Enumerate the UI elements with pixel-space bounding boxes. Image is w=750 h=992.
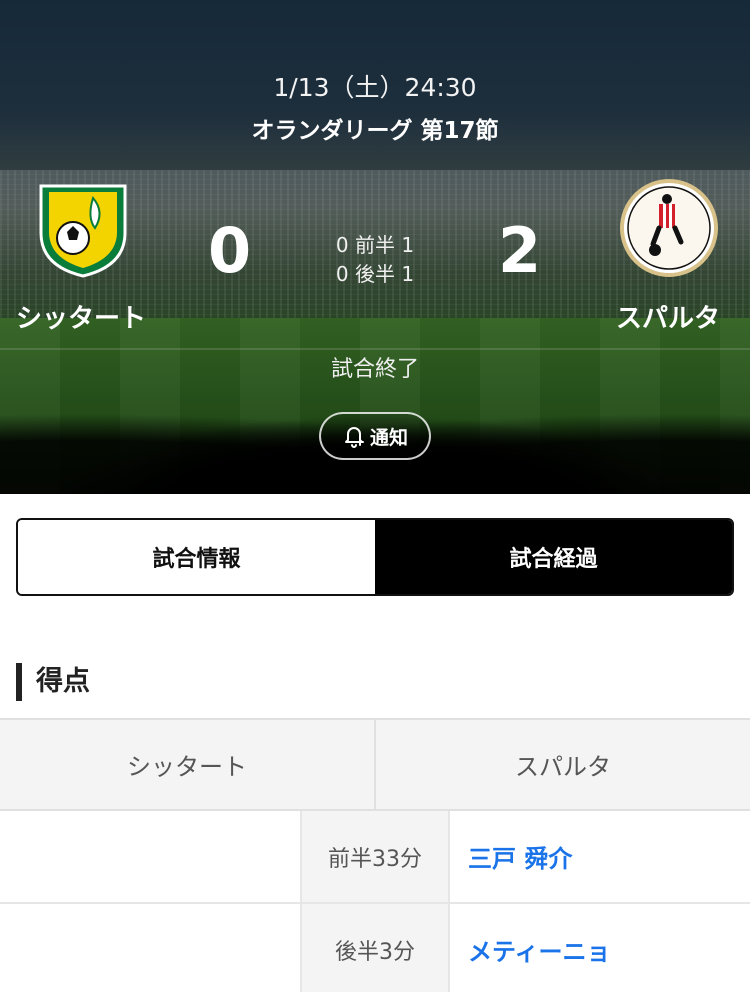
match-tabs: 試合情報 試合経過 [16,518,734,596]
goal-home-scorer [0,904,300,992]
notify-label: 通知 [369,426,408,449]
goal-away-scorer-link[interactable]: メティーニョ [450,904,750,992]
goal-time: 前半33分 [300,811,450,902]
goals-section-title: 得点 [16,663,90,701]
header-away-team: スパルタ [374,720,750,809]
bell-plus-icon [344,427,364,448]
table-row: 後半3分 メティーニョ [0,904,750,992]
first-half-score: 0 前半 1 [335,233,415,257]
second-half-score: 0 後半 1 [335,262,415,286]
away-team-name[interactable]: スパルタ [616,298,720,335]
match-hero: 1/13（土）24:30 オランダリーグ 第17節 シッタート 0 0 前半 1… [0,0,750,494]
table-row: 前半33分 三戸 舜介 [0,811,750,904]
header-home-team: シッタート [127,753,247,781]
league-round: オランダリーグ 第17節 [251,118,499,144]
away-team-crest[interactable] [619,178,719,278]
home-team-name[interactable]: シッタート [16,298,146,335]
notify-button[interactable]: 通知 [319,412,431,460]
goal-time: 後半3分 [300,904,450,992]
home-score: 0 [208,214,252,287]
tab-match-progress[interactable]: 試合経過 [375,520,732,594]
away-score: 2 [498,214,542,287]
match-date: 1/13（土）24:30 [273,73,477,102]
home-team-crest[interactable] [33,178,133,278]
match-header: 1/13（土）24:30 オランダリーグ 第17節 シッタート 0 0 前半 1… [0,0,750,494]
match-status: 試合終了 [330,357,419,382]
tab-match-info[interactable]: 試合情報 [18,520,375,594]
goal-home-scorer [0,811,300,902]
goals-table-header: シッタート スパルタ [0,718,750,811]
goals-table: シッタート スパルタ 前半33分 三戸 舜介 後半3分 メティーニョ [0,718,750,992]
goal-away-scorer-link[interactable]: 三戸 舜介 [450,811,750,902]
